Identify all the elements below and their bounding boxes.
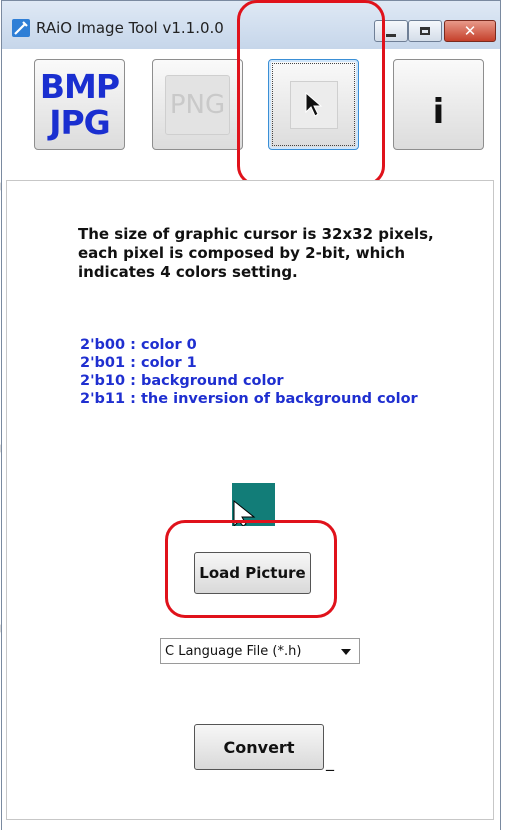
app-icon	[12, 19, 30, 37]
close-icon: ✕	[463, 22, 477, 40]
png-tool-button[interactable]: PNG	[152, 59, 243, 150]
dropdown-arrow-icon	[341, 649, 351, 655]
color-code-item: 2'b11 : the inversion of background colo…	[80, 391, 418, 407]
maximize-button[interactable]	[408, 20, 442, 42]
convert-button[interactable]: Convert	[194, 724, 324, 770]
minimize-icon	[386, 33, 396, 37]
convert-suffix: _	[326, 752, 334, 771]
cursor-tool-highlight	[237, 0, 385, 186]
color-code-item: 2'b00 : color 0	[80, 337, 197, 353]
output-format-select[interactable]: C Language File (*.h)	[160, 638, 360, 664]
color-code-item: 2'b10 : background color	[80, 373, 284, 389]
info-icon: i	[432, 91, 445, 132]
cursor-description: The size of graphic cursor is 32x32 pixe…	[78, 225, 434, 281]
bmp-jpg-tool-button[interactable]: BMP JPG	[34, 59, 125, 150]
color-code-list: 2'b00 : color 0 2'b01 : color 1 2'b10 : …	[80, 336, 480, 408]
info-tool-button[interactable]: i	[393, 59, 484, 150]
bmp-label: BMP	[39, 66, 120, 106]
maximize-icon	[420, 27, 430, 35]
color-code-item: 2'b01 : color 1	[80, 355, 197, 371]
window-title: RAiO Image Tool v1.1.0.0	[36, 19, 224, 37]
bmp-jpg-label: BMP JPG	[39, 66, 120, 142]
close-button[interactable]: ✕	[444, 20, 496, 42]
load-picture-button[interactable]: Load Picture	[194, 552, 311, 594]
output-format-value: C Language File (*.h)	[165, 643, 302, 659]
png-label: PNG	[164, 74, 231, 135]
jpg-label: JPG	[49, 102, 111, 142]
